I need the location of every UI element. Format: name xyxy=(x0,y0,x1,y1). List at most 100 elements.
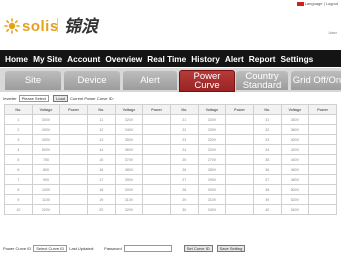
power-input-cell[interactable] xyxy=(225,204,254,215)
power-input-cell[interactable] xyxy=(308,204,337,215)
power-curve-panel: Inverter Please Select Load Current Powe… xyxy=(0,92,341,253)
nav-settings[interactable]: Settings xyxy=(281,54,314,64)
power-input-cell[interactable] xyxy=(59,194,88,205)
nav-account[interactable]: Account xyxy=(67,54,100,64)
power-input-cell[interactable] xyxy=(308,124,337,135)
power-input-cell[interactable] xyxy=(308,164,337,175)
table-cell: 750 xyxy=(31,154,61,165)
power-input-cell[interactable] xyxy=(142,114,171,125)
power-input-cell[interactable] xyxy=(308,194,337,205)
password-label: Password xyxy=(104,246,122,251)
table-cell: 280V xyxy=(197,164,227,175)
power-input-cell[interactable] xyxy=(142,174,171,185)
power-input-cell[interactable] xyxy=(308,134,337,145)
set-curve-button[interactable]: Set Curve ID xyxy=(183,245,213,252)
table-row: 3 400V 13 350V 23 320V 33 400V xyxy=(4,134,337,145)
power-input-cell[interactable] xyxy=(225,154,254,165)
table-header: No. Voltage Power No. Voltage Power No. Voltage… xyxy=(4,104,337,115)
power-input-cell[interactable] xyxy=(142,184,171,195)
power-input-cell[interactable] xyxy=(308,154,337,165)
power-input-cell[interactable] xyxy=(59,134,88,145)
table-cell: 9 xyxy=(4,194,33,205)
utility-link-text[interactable]: Language | Logout xyxy=(305,1,338,6)
power-input-cell[interactable] xyxy=(225,144,254,155)
curve-id-select[interactable]: Select Curve ID xyxy=(33,245,68,252)
table-cell: 15 xyxy=(86,154,116,165)
power-input-cell[interactable] xyxy=(142,164,171,175)
power-input-cell[interactable] xyxy=(142,154,171,165)
load-button[interactable]: Load xyxy=(53,95,68,102)
table-cell: 38 xyxy=(252,184,282,195)
power-input-cell[interactable] xyxy=(142,144,171,155)
table-cell: 22 xyxy=(169,124,199,135)
power-input-cell[interactable] xyxy=(142,194,171,205)
table-row: 4 500V 14 360V 24 320V 34 420V xyxy=(4,144,337,155)
power-input-cell[interactable] xyxy=(308,184,337,195)
password-input[interactable] xyxy=(123,245,172,252)
power-input-cell[interactable] xyxy=(59,144,88,155)
power-input-cell[interactable] xyxy=(308,174,337,185)
power-input-cell[interactable] xyxy=(225,194,254,205)
nav-my-site[interactable]: My Site xyxy=(33,54,62,64)
table-body: 1 300V 11 320V 21 330V 31 350V 2 400V 12 340V 22 330V… xyxy=(4,114,337,215)
table-cell: 5 xyxy=(4,154,33,165)
nav-overview[interactable]: Overview xyxy=(105,54,142,64)
power-input-cell[interactable] xyxy=(59,184,88,195)
main-nav: Home My Site Account Overview Real Time … xyxy=(0,50,341,67)
power-input-cell[interactable] xyxy=(142,124,171,135)
power-input-cell[interactable] xyxy=(225,114,254,125)
power-input-cell[interactable] xyxy=(59,114,88,125)
tab-device[interactable]: Device xyxy=(64,71,120,90)
power-input-cell[interactable] xyxy=(59,154,88,165)
table-cell: 4 xyxy=(4,144,33,155)
power-input-cell[interactable] xyxy=(59,164,88,175)
table-cell: 12 xyxy=(86,124,116,135)
nav-alert[interactable]: Alert xyxy=(225,54,244,64)
table-cell: 500V xyxy=(280,184,310,195)
power-input-cell[interactable] xyxy=(59,204,88,215)
nav-report[interactable]: Report xyxy=(249,54,276,64)
tab-bar: Site Device Alert Power Curve Country St… xyxy=(0,68,341,92)
table-cell: 7 xyxy=(4,174,33,185)
table-cell: 24 xyxy=(169,144,199,155)
power-input-cell[interactable] xyxy=(59,124,88,135)
power-input-cell[interactable] xyxy=(308,144,337,155)
tab-grid-off-on[interactable]: Grid Off/On xyxy=(291,71,341,90)
nav-history[interactable]: History xyxy=(191,54,220,64)
table-cell: 32 xyxy=(252,124,282,135)
power-input-cell[interactable] xyxy=(59,174,88,185)
table-cell: 1 xyxy=(4,114,33,125)
column-header: Power xyxy=(308,104,337,115)
power-input-cell[interactable] xyxy=(225,134,254,145)
inverter-select[interactable]: Please Select xyxy=(18,95,50,102)
tab-country-standard[interactable]: Country Standard xyxy=(236,71,288,90)
power-input-cell[interactable] xyxy=(225,174,254,185)
table-cell: 380V xyxy=(114,164,144,175)
power-input-cell[interactable] xyxy=(142,204,171,215)
brand-logo[interactable]: solis xyxy=(4,17,59,35)
table-cell: 320V xyxy=(197,144,227,155)
table-cell: 800 xyxy=(31,164,61,175)
column-header: Power xyxy=(225,104,254,115)
table-cell: 18 xyxy=(86,184,116,195)
table-cell: 460V xyxy=(280,164,310,175)
power-input-cell[interactable] xyxy=(225,184,254,195)
power-input-cell[interactable] xyxy=(142,134,171,145)
table-cell: 300V xyxy=(31,114,61,125)
tab-site[interactable]: Site xyxy=(5,71,61,90)
nav-home[interactable]: Home xyxy=(5,54,28,64)
power-input-cell[interactable] xyxy=(225,164,254,175)
utility-links[interactable]: Language | Logout xyxy=(296,1,338,6)
curve-id-label: Power Curve ID xyxy=(3,246,32,251)
table-cell: 400V xyxy=(31,134,61,145)
power-input-cell[interactable] xyxy=(308,114,337,125)
logo-chinese-text: 锦浪 xyxy=(64,17,98,36)
table-row: 7 900 17 390V 27 290V 37 480V xyxy=(4,174,337,185)
table-cell: 300V xyxy=(197,184,227,195)
save-setting-button[interactable]: Save Setting xyxy=(216,245,246,252)
tab-alert[interactable]: Alert xyxy=(123,71,177,90)
power-input-cell[interactable] xyxy=(225,124,254,135)
tab-power-curve[interactable]: Power Curve xyxy=(179,70,235,92)
nav-real-time[interactable]: Real Time xyxy=(147,54,186,64)
table-cell: 3 xyxy=(4,134,33,145)
